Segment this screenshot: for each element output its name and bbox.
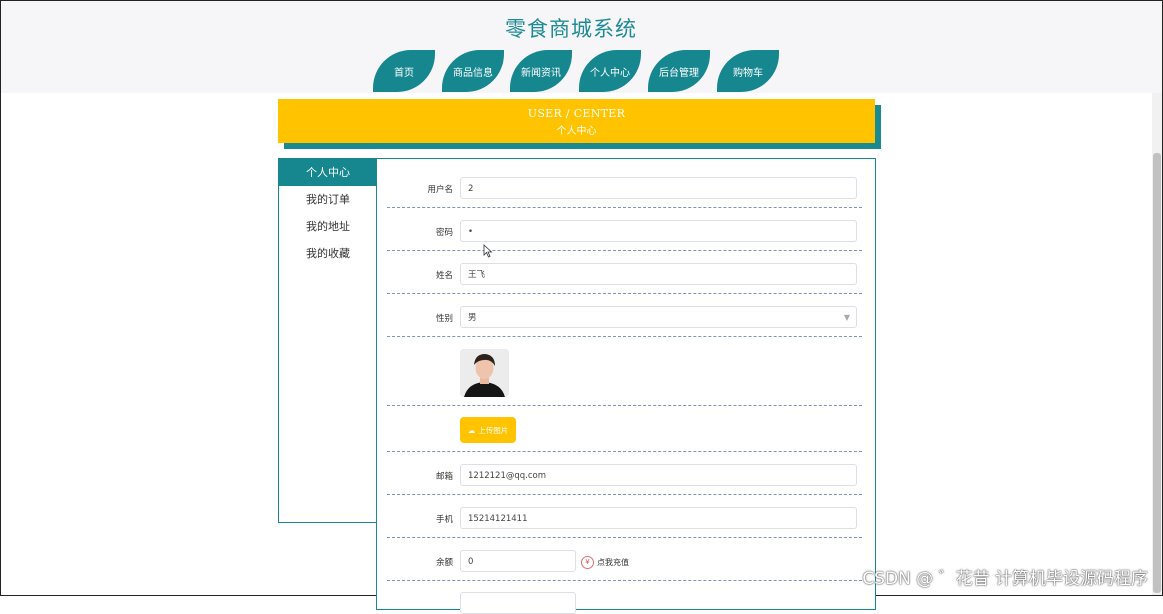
sidebar: 个人中心 我的订单 我的地址 我的收藏	[278, 158, 378, 523]
form-row-password: 密码 •	[387, 220, 862, 251]
nav-cart[interactable]: 购物车	[717, 50, 779, 92]
avatar	[460, 349, 509, 397]
recharge-link[interactable]: ¥ 点我充值	[581, 556, 629, 569]
gender-selected-value: 男	[468, 313, 477, 323]
phone-input[interactable]: 15214121411	[460, 507, 857, 529]
password-label: 密码	[435, 228, 453, 238]
sidebar-item-address[interactable]: 我的地址	[279, 213, 377, 240]
form-row-email: 邮箱 1212121@qq.com	[387, 464, 862, 495]
email-label: 邮箱	[435, 472, 453, 482]
watermark: CSDN @ ゛花昔 计算机毕设源码程序	[862, 569, 1148, 589]
site-title: 零食商城系统	[505, 17, 637, 41]
banner-title-en: USER / CENTER	[527, 107, 626, 120]
avatar-image	[460, 349, 509, 397]
balance-label: 余额	[435, 558, 453, 568]
nav-products[interactable]: 商品信息	[442, 50, 504, 92]
chevron-down-icon: ▼	[843, 313, 850, 322]
sidebar-item-favorites[interactable]: 我的收藏	[279, 240, 377, 267]
upload-button-label: 上传图片	[478, 425, 509, 435]
balance-input[interactable]: 0	[460, 550, 576, 572]
mouse-cursor-icon	[483, 244, 493, 258]
nav-user-center[interactable]: 个人中心	[579, 50, 641, 92]
form-row-gender: 性别 男 ▼	[387, 306, 862, 337]
form-row-username: 用户名 2	[387, 177, 862, 208]
scrollbar-thumb[interactable]	[1153, 153, 1161, 593]
nav-admin[interactable]: 后台管理	[648, 50, 710, 92]
form-row-upload: ☁ 上传图片	[387, 417, 862, 452]
gender-label: 性别	[435, 314, 453, 324]
section-banner: USER / CENTER 个人中心	[278, 99, 875, 143]
password-input[interactable]: •	[460, 220, 857, 242]
name-label: 姓名	[435, 271, 453, 281]
yen-icon: ¥	[581, 556, 594, 569]
form-row-photo	[387, 349, 862, 406]
header: 零食商城系统 首页 商品信息 新闻资讯 个人中心 后台管理 购物车	[1, 1, 1162, 93]
username-input[interactable]: 2	[460, 177, 857, 199]
sidebar-item-orders[interactable]: 我的订单	[279, 186, 377, 213]
upload-cloud-icon: ☁	[467, 425, 476, 435]
recharge-label: 点我充值	[597, 558, 629, 567]
form-row-phone: 手机 15214121411	[387, 507, 862, 538]
gender-select[interactable]: 男 ▼	[460, 306, 857, 328]
form-row-balance: 余额 0 ¥ 点我充值	[387, 550, 862, 581]
email-input[interactable]: 1212121@qq.com	[460, 464, 857, 486]
upload-image-button[interactable]: ☁ 上传图片	[460, 417, 516, 443]
phone-label: 手机	[435, 515, 453, 525]
page-scrollbar[interactable]	[1152, 93, 1162, 595]
username-label: 用户名	[427, 185, 453, 195]
profile-form: 用户名 2 密码 • 姓名 王飞 性别 男 ▼ ☁ 上传图片 邮箱 121212…	[376, 158, 876, 614]
sidebar-item-user-center[interactable]: 个人中心	[279, 159, 377, 186]
name-input[interactable]: 王飞	[460, 263, 857, 285]
next-input-partial[interactable]	[460, 592, 576, 614]
nav-home[interactable]: 首页	[373, 50, 435, 92]
form-row-name: 姓名 王飞	[387, 263, 862, 294]
nav-news[interactable]: 新闻资讯	[510, 50, 572, 92]
banner-title-cn: 个人中心	[556, 126, 597, 137]
